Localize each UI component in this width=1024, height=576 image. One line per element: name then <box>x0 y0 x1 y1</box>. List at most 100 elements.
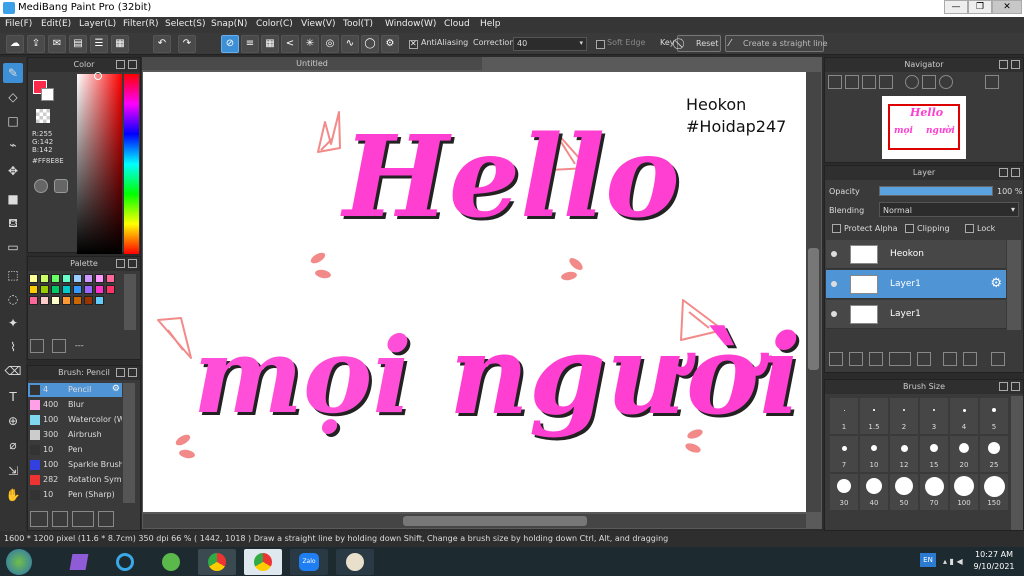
radial-snap-icon[interactable]: ✳ <box>301 35 319 53</box>
rotate-reset-icon[interactable] <box>922 75 936 89</box>
close-icon[interactable] <box>1011 168 1020 177</box>
menu-help[interactable]: Help <box>480 19 501 29</box>
palette-swatch[interactable] <box>84 285 93 294</box>
zalo-icon[interactable]: Zalo <box>290 549 328 575</box>
palette-scrollbar[interactable] <box>124 274 136 330</box>
palette-swatch[interactable] <box>62 296 71 305</box>
secondary-color-swatch[interactable] <box>41 88 54 101</box>
gear-icon[interactable]: ⚙ <box>990 276 1002 291</box>
snap-off-icon[interactable]: ⊘ <box>221 35 239 53</box>
palette-swatch[interactable] <box>106 274 115 283</box>
expand-icon[interactable] <box>999 382 1008 391</box>
menu-filter[interactable]: Filter(R) <box>123 19 159 29</box>
brush-size-option[interactable]: 7 <box>830 436 858 472</box>
perspective-snap-icon[interactable]: < <box>281 35 299 53</box>
merge-layer-icon[interactable] <box>963 352 977 366</box>
antialiasing-checkbox[interactable] <box>409 39 418 49</box>
palette-swatch[interactable] <box>73 296 82 305</box>
dot-tool-icon[interactable]: ⌁ <box>3 135 23 155</box>
new-halftone-layer-icon[interactable] <box>849 352 863 366</box>
ellipse-snap-icon[interactable]: ◯ <box>361 35 379 53</box>
expand-icon[interactable] <box>999 168 1008 177</box>
navigator-thumbnail[interactable]: Hello mọi người <box>882 96 966 159</box>
palette-swatch[interactable] <box>51 274 60 283</box>
palette-swatch[interactable] <box>84 274 93 283</box>
circle-snap-icon[interactable]: ◎ <box>321 35 339 53</box>
bucket-tool-icon[interactable]: ⛾ <box>3 213 23 233</box>
hue-slider[interactable] <box>124 74 139 254</box>
brush-item[interactable]: 10 Pen <box>28 443 122 457</box>
share-icon[interactable]: ⇪ <box>27 35 45 53</box>
menu-layer[interactable]: Layer(L) <box>79 19 116 29</box>
straight-line-button[interactable]: ⁄ Create a straight line <box>725 35 828 52</box>
cloud-icon[interactable]: ☁ <box>6 35 24 53</box>
coccoc-icon[interactable] <box>152 549 190 575</box>
brush-size-option[interactable]: 70 <box>920 474 948 510</box>
brush-size-option[interactable]: 25 <box>980 436 1008 472</box>
brush-size-option[interactable]: 10 <box>860 436 888 472</box>
soft-edge-checkbox[interactable] <box>596 40 605 49</box>
expand-icon[interactable] <box>116 60 125 69</box>
palette-swatch[interactable] <box>62 274 71 283</box>
expand-icon[interactable] <box>116 368 125 377</box>
lock-checkbox[interactable] <box>965 224 974 233</box>
eyedropper-icon[interactable]: ⌀ <box>3 435 23 455</box>
expand-icon[interactable] <box>999 60 1008 69</box>
maximize-button[interactable]: ❐ <box>968 0 992 14</box>
rotate-left-icon[interactable] <box>905 75 919 89</box>
palette-swatch[interactable] <box>29 296 38 305</box>
new-brush-icon[interactable] <box>52 511 68 527</box>
brush-size-option[interactable]: 1.5 <box>860 398 888 434</box>
start-button[interactable] <box>6 549 32 575</box>
blending-select[interactable]: Normal ▾ <box>879 202 1019 217</box>
brush-size-scrollbar[interactable] <box>1011 396 1023 530</box>
brush-size-option[interactable]: 20 <box>950 436 978 472</box>
palette-swatch[interactable] <box>62 285 71 294</box>
storyboard-icon[interactable]: ▦ <box>111 35 129 53</box>
close-button[interactable]: ✕ <box>992 0 1022 14</box>
add-layer-menu-icon[interactable] <box>889 352 911 366</box>
clock[interactable]: 10:27 AM 9/10/2021 <box>966 549 1022 573</box>
opacity-slider[interactable] <box>879 186 993 196</box>
redo-icon[interactable]: ↷ <box>178 35 196 53</box>
chrome-alt-icon[interactable] <box>244 549 282 575</box>
menu-snap[interactable]: Snap(N) <box>211 19 247 29</box>
vertical-scroll-thumb[interactable] <box>808 248 819 370</box>
reset-button[interactable]: ⃠ Reset <box>677 35 721 52</box>
brush-size-option[interactable]: 4 <box>950 398 978 434</box>
visibility-icon[interactable] <box>831 311 837 317</box>
brush-size-option[interactable]: 2 <box>890 398 918 434</box>
brush-size-option[interactable]: 5 <box>980 398 1008 434</box>
brush-size-option[interactable]: 150 <box>980 474 1008 510</box>
snap-settings-icon[interactable]: ⚙ <box>381 35 399 53</box>
palette-swatch[interactable] <box>84 296 93 305</box>
brush-size-option[interactable]: 1 <box>830 398 858 434</box>
operation-tool-icon[interactable]: ⊕ <box>3 411 23 431</box>
menu-color[interactable]: Color(C) <box>256 19 293 29</box>
delete-palette-icon[interactable] <box>52 339 66 353</box>
layer-scrollbar[interactable] <box>1007 240 1021 330</box>
brush-size-option[interactable]: 50 <box>890 474 918 510</box>
protect-alpha-checkbox[interactable] <box>832 224 841 233</box>
rect-tool-icon[interactable]: □ <box>3 111 23 131</box>
lasso-tool-icon[interactable]: ◌ <box>3 289 23 309</box>
close-icon[interactable] <box>128 259 137 268</box>
new-palette-icon[interactable] <box>30 339 44 353</box>
canvas[interactable]: Hello mọi người Heokon #Hoidap247 <box>143 72 806 512</box>
palette-swatch[interactable] <box>95 274 104 283</box>
select-tool-icon[interactable]: ⬚ <box>3 265 23 285</box>
clipping-checkbox[interactable] <box>905 224 914 233</box>
duplicate-layer-icon[interactable] <box>943 352 957 366</box>
undo-icon[interactable]: ↶ <box>153 35 171 53</box>
palette-swatch[interactable] <box>40 296 49 305</box>
brush-size-option[interactable]: 3 <box>920 398 948 434</box>
fill-rect-tool-icon[interactable]: ■ <box>3 189 23 209</box>
layer-row[interactable]: Layer1 ⚙ <box>826 270 1006 299</box>
language-indicator[interactable]: EN <box>920 553 936 567</box>
brush-size-option[interactable]: 15 <box>920 436 948 472</box>
palette-swatch[interactable] <box>40 274 49 283</box>
saturation-value-picker[interactable] <box>77 74 122 254</box>
zoom-in-icon[interactable] <box>845 75 859 89</box>
folder-icon[interactable] <box>917 352 931 366</box>
brush-item[interactable]: 400 Blur <box>28 398 122 412</box>
